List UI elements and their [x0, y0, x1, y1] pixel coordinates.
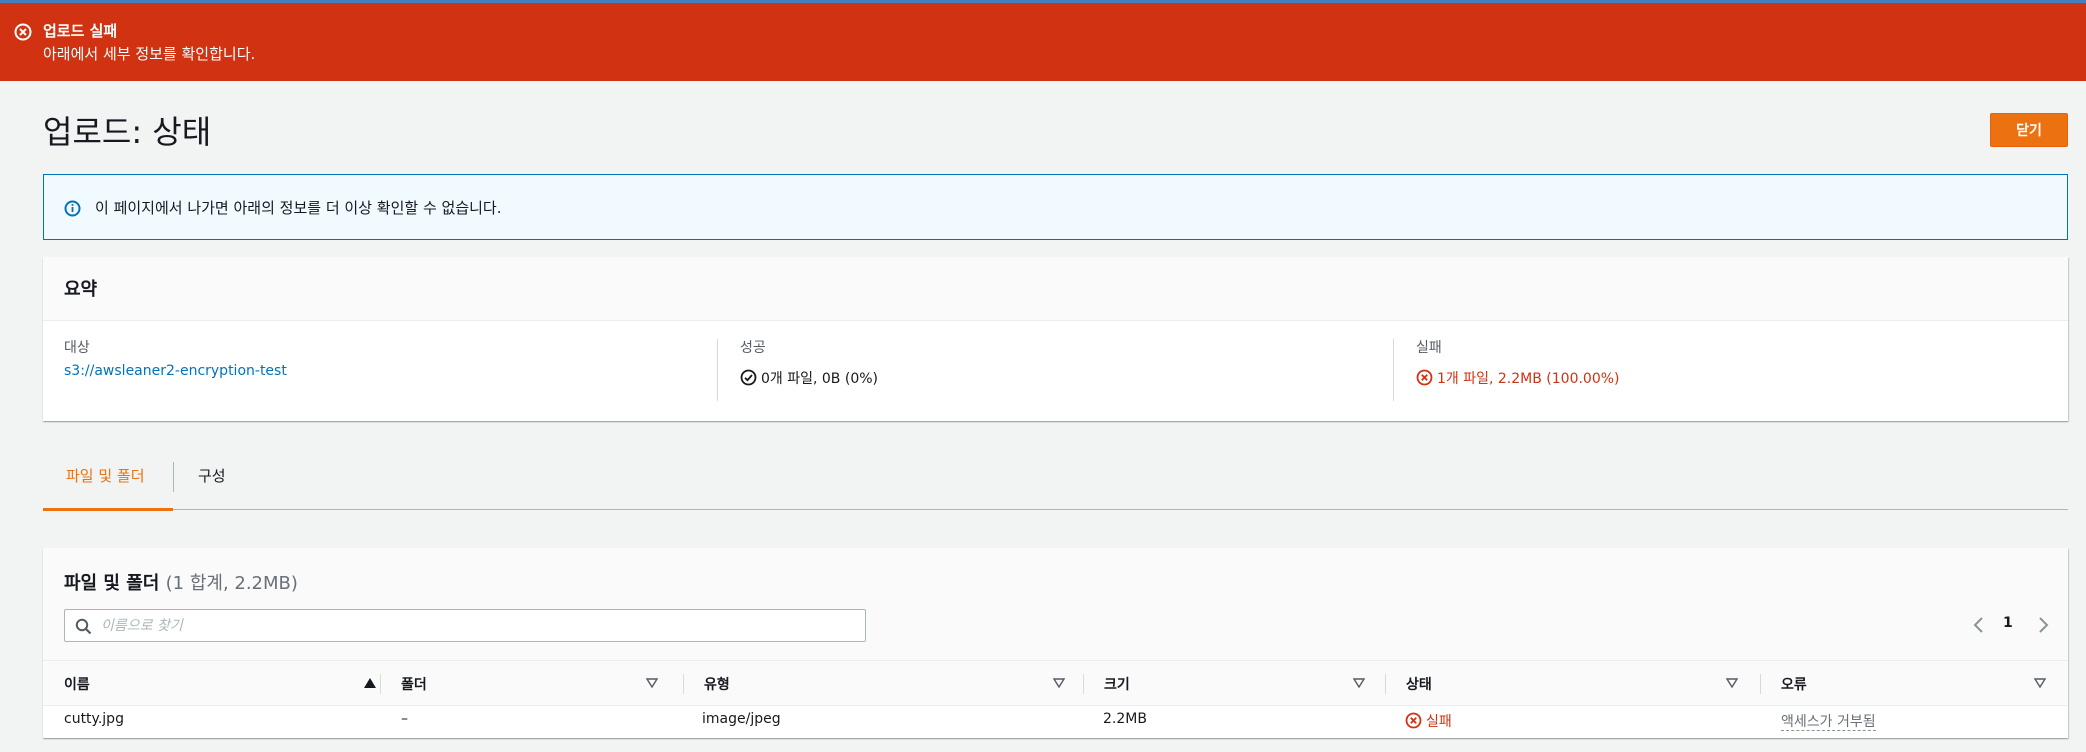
previous-page-icon[interactable]	[1969, 614, 1989, 636]
info-text: 이 페이지에서 나가면 아래의 정보를 더 이상 확인할 수 없습니다.	[95, 199, 502, 217]
table-title: 파일 및 폴더 (1 합계, 2.2MB)	[64, 569, 298, 595]
tab-files-and-folders[interactable]: 파일 및 폴더	[66, 465, 145, 486]
column-label: 유형	[704, 677, 730, 693]
summary-title: 요약	[64, 279, 98, 300]
tab-configuration[interactable]: 구성	[198, 465, 226, 486]
summary-failed: 실패 1개 파일, 2.2MB (100.00%)	[1416, 321, 2056, 421]
sort-ascending-icon	[364, 678, 376, 688]
table-row: cutty.jpg – image/jpeg 2.2MB 실패 액세스가 거부됨	[43, 706, 2068, 738]
success-check-icon	[740, 369, 757, 386]
error-circle-icon	[1416, 369, 1433, 386]
error-popover-trigger[interactable]: 액세스가 거부됨	[1781, 714, 1876, 731]
column-header-status[interactable]: 상태	[1406, 661, 1776, 707]
page-title: 업로드: 상태	[43, 113, 212, 151]
close-button[interactable]: 닫기	[1990, 113, 2068, 147]
column-label: 오류	[1781, 677, 1807, 693]
column-header-error[interactable]: 오류	[1781, 661, 2061, 707]
search-box	[64, 609, 866, 642]
sort-icon	[646, 678, 658, 688]
cell-name: cutty.jpg	[64, 711, 124, 727]
error-circle-icon	[1405, 712, 1422, 729]
tab-bar: 파일 및 폴더 구성	[43, 450, 2068, 511]
destination-link[interactable]: s3://awsleaner2-encryption-test	[64, 363, 287, 379]
cell-type: image/jpeg	[702, 711, 781, 727]
flash-subtitle: 아래에서 세부 정보를 확인합니다.	[43, 45, 256, 63]
column-header-folder[interactable]: 폴더	[401, 661, 704, 707]
failed-value: 1개 파일, 2.2MB (100.00%)	[1437, 371, 1620, 387]
column-label: 상태	[1406, 677, 1432, 693]
summary-divider	[1393, 339, 1394, 401]
summary-divider	[717, 339, 718, 401]
search-input[interactable]	[101, 614, 851, 638]
sort-icon	[1726, 678, 1738, 688]
sort-icon	[1053, 678, 1065, 688]
info-alert: 이 페이지에서 나가면 아래의 정보를 더 이상 확인할 수 없습니다.	[43, 174, 2068, 240]
column-label: 크기	[1104, 677, 1130, 693]
flash-title: 업로드 실패	[43, 22, 118, 40]
active-tab-indicator	[43, 508, 173, 511]
failed-label: 실패	[1416, 340, 1442, 356]
succeeded-label: 성공	[740, 340, 766, 356]
sort-icon	[1353, 678, 1365, 688]
column-header-name[interactable]: 이름	[64, 661, 380, 707]
sort-icon	[2034, 678, 2046, 688]
column-divider	[1385, 674, 1386, 694]
column-header-size[interactable]: 크기	[1104, 661, 1404, 707]
tab-divider	[173, 462, 174, 492]
page-number[interactable]: 1	[2003, 615, 2013, 631]
succeeded-value: 0개 파일, 0B (0%)	[761, 371, 878, 387]
summary-succeeded: 성공 0개 파일, 0B (0%)	[740, 321, 1390, 421]
info-icon	[64, 200, 81, 217]
failed-value-wrap: 1개 파일, 2.2MB (100.00%)	[1416, 368, 1620, 388]
column-label: 폴더	[401, 677, 427, 693]
succeeded-value-wrap: 0개 파일, 0B (0%)	[740, 368, 878, 388]
table-header-area: 파일 및 폴더 (1 합계, 2.2MB) 1	[43, 548, 2068, 660]
table-count: (1 합계, 2.2MB)	[165, 573, 298, 594]
summary-panel: 요약 대상 s3://awsleaner2-encryption-test 성공…	[43, 257, 2068, 421]
table-title-text: 파일 및 폴더	[64, 573, 160, 594]
cell-size: 2.2MB	[1103, 711, 1147, 727]
cell-folder: –	[401, 711, 408, 727]
column-divider	[1083, 674, 1084, 694]
column-label: 이름	[64, 677, 90, 693]
next-page-icon[interactable]	[2033, 614, 2053, 636]
summary-header: 요약	[43, 257, 2068, 321]
cell-error: 액세스가 거부됨	[1781, 711, 1876, 731]
destination-label: 대상	[64, 340, 90, 356]
error-flash-banner: 업로드 실패 아래에서 세부 정보를 확인합니다.	[0, 3, 2086, 81]
summary-destination: 대상 s3://awsleaner2-encryption-test	[64, 321, 714, 421]
search-icon	[75, 618, 92, 635]
files-table-panel: 파일 및 폴더 (1 합계, 2.2MB) 1 이름 폴더	[43, 548, 2068, 738]
error-circle-icon	[14, 23, 32, 41]
status-text: 실패	[1426, 714, 1452, 730]
column-divider	[683, 674, 684, 694]
cell-status: 실패	[1405, 711, 1452, 731]
table-header-row: 이름 폴더 유형 크기 상태 오류	[43, 660, 2068, 706]
column-divider	[380, 674, 381, 694]
column-divider	[1760, 674, 1761, 694]
column-header-type[interactable]: 유형	[704, 661, 1124, 707]
